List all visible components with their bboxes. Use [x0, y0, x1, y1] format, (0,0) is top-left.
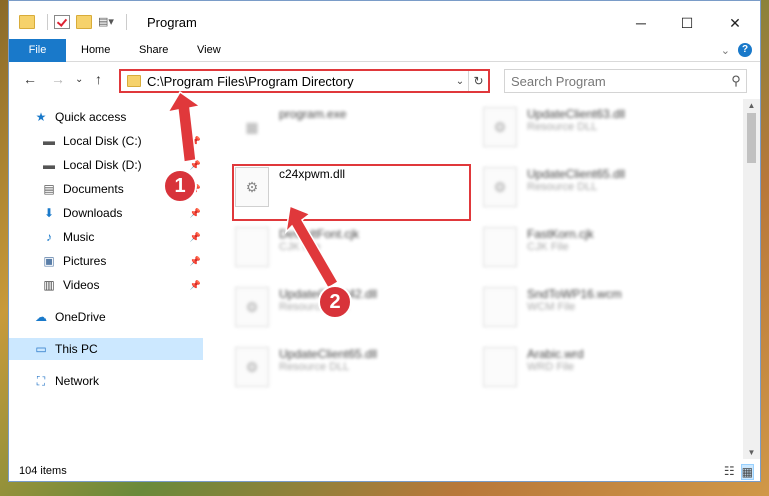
step-2-badge: 2: [318, 285, 352, 319]
arrow-1: [166, 90, 202, 163]
arrow-2: [284, 204, 340, 290]
annotation-arrows: [166, 90, 340, 290]
step-1-badge: 1: [163, 169, 197, 203]
